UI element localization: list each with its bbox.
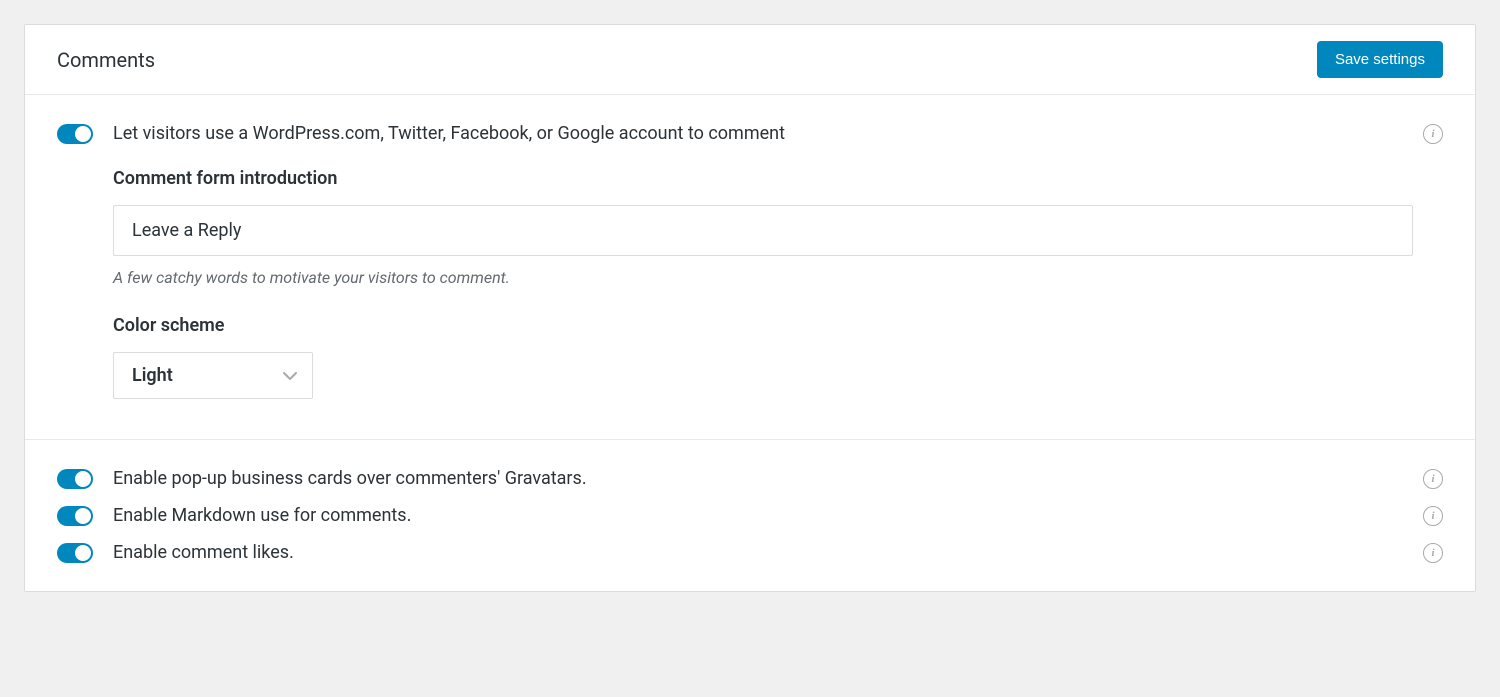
comment-form-sub: Comment form introduction A few catchy w…	[113, 168, 1443, 399]
card-header: Comments Save settings	[25, 25, 1475, 95]
card-title: Comments	[57, 48, 155, 72]
info-icon[interactable]: i	[1423, 124, 1443, 144]
section-comment-options: Enable pop-up business cards over commen…	[25, 439, 1475, 591]
field-group-intro: Comment form introduction A few catchy w…	[113, 168, 1443, 287]
comment-intro-input[interactable]	[113, 205, 1413, 256]
toggle-social-login-label: Let visitors use a WordPress.com, Twitte…	[113, 123, 1403, 144]
intro-label: Comment form introduction	[113, 168, 1443, 189]
info-icon[interactable]: i	[1423, 543, 1443, 563]
color-scheme-select[interactable]: Light	[113, 352, 313, 399]
toggle-comment-likes-label: Enable comment likes.	[113, 542, 1403, 563]
toggle-row-gravatar-cards: Enable pop-up business cards over commen…	[57, 468, 1443, 489]
toggle-gravatar-cards-label: Enable pop-up business cards over commen…	[113, 468, 1403, 489]
toggle-row-likes: Enable comment likes. i	[57, 542, 1443, 563]
toggle-social-login[interactable]	[57, 124, 93, 144]
intro-help-text: A few catchy words to motivate your visi…	[113, 268, 1443, 287]
section-comment-form: Let visitors use a WordPress.com, Twitte…	[25, 95, 1475, 439]
field-group-color: Color scheme Light	[113, 315, 1443, 399]
toggle-row-markdown: Enable Markdown use for comments. i	[57, 505, 1443, 526]
color-scheme-select-wrap: Light	[113, 352, 313, 399]
info-icon[interactable]: i	[1423, 469, 1443, 489]
toggle-row-social-login: Let visitors use a WordPress.com, Twitte…	[57, 123, 1443, 144]
toggle-markdown[interactable]	[57, 506, 93, 526]
color-scheme-label: Color scheme	[113, 315, 1443, 336]
toggle-gravatar-cards[interactable]	[57, 469, 93, 489]
comments-settings-card: Comments Save settings Let visitors use …	[24, 24, 1476, 592]
toggle-markdown-label: Enable Markdown use for comments.	[113, 505, 1403, 526]
save-settings-button[interactable]: Save settings	[1317, 41, 1443, 78]
toggle-comment-likes[interactable]	[57, 543, 93, 563]
info-icon[interactable]: i	[1423, 506, 1443, 526]
